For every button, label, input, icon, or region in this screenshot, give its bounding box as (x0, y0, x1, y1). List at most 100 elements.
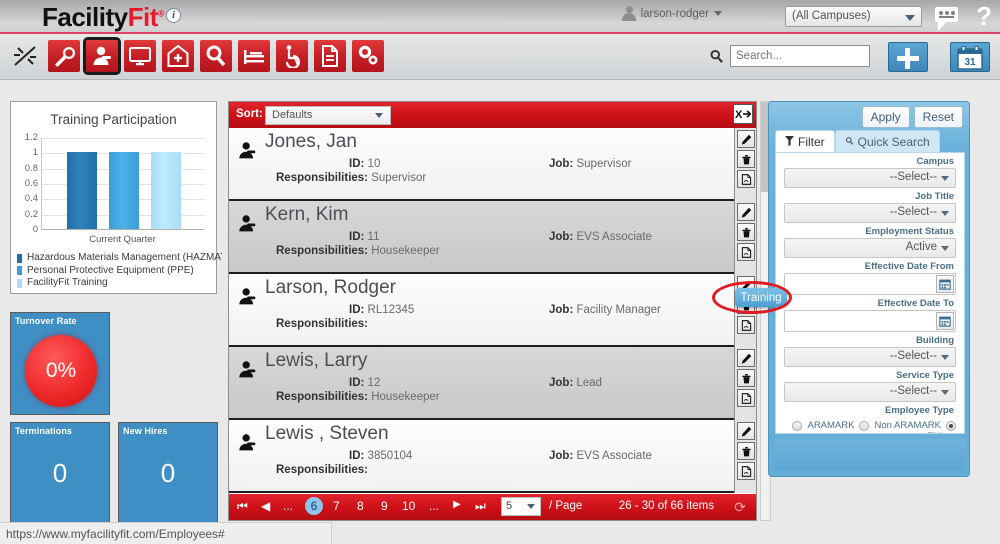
edit-row-button[interactable] (737, 203, 755, 221)
campus-select[interactable]: (All Campuses) (785, 6, 922, 27)
chevron-down-icon (941, 390, 949, 395)
chart-y-tick: 0 (32, 224, 38, 235)
user-name-label: larson-rodger (640, 7, 709, 20)
terminations-tile[interactable]: Terminations 0 (10, 422, 110, 525)
chart-y-tick: 0.2 (24, 208, 38, 220)
table-row[interactable]: Jones, Jan ID: 10 Responsibilities: Superv… (229, 128, 756, 201)
logo-primary-text: Facility (42, 2, 128, 32)
effective-date-from-filter[interactable] (784, 273, 956, 295)
radio-aramark[interactable] (792, 420, 803, 431)
tab-filter[interactable]: Filter (775, 130, 835, 154)
new-hires-tile[interactable]: New Hires 0 (118, 422, 218, 525)
person-icon (237, 432, 259, 454)
training-row-button[interactable] (737, 462, 755, 480)
per-page-select[interactable]: 5 (501, 497, 541, 516)
employee-job: Job: EVS Associate (549, 231, 652, 243)
building-filter-group: Building --Select-- (784, 333, 956, 367)
table-row[interactable]: Lewis , Steven ID: 3850104 Responsibilitie… (229, 420, 756, 493)
refresh-icon[interactable]: ⟳ (734, 499, 746, 516)
calendar-picker-icon[interactable] (936, 275, 954, 293)
user-menu[interactable]: larson-rodger (621, 6, 722, 21)
monitor-icon[interactable] (124, 40, 156, 72)
wheelchair-icon[interactable] (276, 40, 308, 72)
training-participation-chart: Training Participation 1.2 1 0.8 0.6 0.4 0.2 0… (10, 101, 222, 294)
radio-either[interactable] (946, 420, 956, 431)
training-row-button[interactable] (737, 243, 755, 261)
campus-filter[interactable]: --Select-- (784, 168, 956, 188)
calendar-picker-icon[interactable] (936, 312, 954, 330)
training-row-button[interactable] (737, 316, 755, 334)
employee-responsibilities-value: Housekeeper (371, 391, 440, 403)
add-button[interactable] (888, 42, 928, 72)
tab-quick-search[interactable]: Quick Search (834, 130, 940, 154)
info-icon[interactable]: i (166, 8, 181, 23)
building-filter[interactable]: --Select-- (784, 347, 956, 367)
employee-responsibilities: Responsibilities: Housekeeper (276, 245, 440, 257)
calendar-button[interactable]: 31 (950, 42, 990, 72)
job-title-filter[interactable]: --Select-- (784, 203, 956, 223)
delete-row-button[interactable] (737, 369, 755, 387)
magnifier-icon[interactable] (200, 40, 232, 72)
hospital-icon[interactable] (162, 40, 194, 72)
document-icon[interactable] (314, 40, 346, 72)
sort-select[interactable]: Defaults (265, 106, 391, 125)
turnover-rate-tile[interactable]: Turnover Rate 0% (10, 312, 110, 415)
legend-swatch (17, 266, 22, 276)
chart-y-tick: 0.8 (24, 162, 38, 174)
effective-date-to-filter[interactable] (784, 310, 956, 332)
employee-icon[interactable] (83, 37, 121, 75)
page-button-7[interactable]: 7 (333, 499, 340, 513)
wrench-icon[interactable] (48, 40, 80, 72)
person-icon (237, 286, 259, 308)
job-title-filter-label: Job Title (915, 191, 954, 202)
page-prev-button[interactable]: ◀ (261, 499, 270, 513)
gears-icon[interactable] (352, 40, 384, 72)
service-type-filter[interactable]: --Select-- (784, 382, 956, 402)
table-row[interactable]: Lewis, Larry ID: 12 Responsibilities: Hous… (229, 347, 756, 420)
radio-non-aramark[interactable] (859, 420, 870, 431)
delete-row-button[interactable] (737, 150, 755, 168)
page-button-10[interactable]: 10 (402, 499, 415, 513)
delete-row-button[interactable] (737, 223, 755, 241)
employee-list-panel: Sort: Defaults X Jones, Jan ID: 10 Respons… (228, 101, 757, 521)
apply-button[interactable]: Apply (861, 106, 910, 128)
chart-y-tick: 0.6 (24, 178, 38, 189)
chart-plot-area: 1.2 1 0.8 0.6 0.4 0.2 0 (25, 132, 205, 235)
chat-icon[interactable] (935, 7, 958, 31)
page-next-button[interactable]: ▶ (453, 499, 461, 510)
employee-responsibilities-label: Responsibilities: (276, 464, 369, 476)
training-row-button[interactable] (737, 389, 755, 407)
employee-id-label: ID: (349, 231, 365, 243)
table-row[interactable]: Larson, Rodger ID: RL12345 Responsibilitie… (229, 274, 756, 347)
reset-button[interactable]: Reset (913, 106, 963, 128)
excel-export-icon[interactable]: X (733, 104, 753, 124)
chart-bar (108, 152, 139, 229)
employment-status-filter[interactable]: Active (784, 238, 956, 258)
effective-date-to-filter-group: Effective Date To (784, 296, 956, 332)
effective-date-from-filter-group: Effective Date From (784, 259, 956, 295)
bed-icon[interactable] (238, 40, 270, 72)
page-button-9[interactable]: 9 (381, 499, 388, 513)
tile-value: 0 (160, 458, 176, 488)
employee-name: Kern, Kim (265, 204, 349, 225)
legend-swatch (17, 253, 22, 263)
page-button-8[interactable]: 8 (357, 499, 364, 513)
edit-row-button[interactable] (737, 130, 755, 148)
person-icon (237, 140, 259, 162)
help-icon[interactable]: ? (976, 1, 992, 32)
edit-row-button[interactable] (737, 349, 755, 367)
employee-id-label: ID: (349, 377, 365, 389)
training-row-button[interactable] (737, 170, 755, 188)
page-last-button[interactable]: ⏭ (475, 499, 486, 514)
svg-text:X: X (735, 109, 743, 121)
page-button-current[interactable]: 6 (305, 497, 323, 515)
broken-link-icon[interactable] (8, 39, 42, 73)
page-first-button[interactable]: ⏮ (237, 499, 248, 514)
employee-job: Job: EVS Associate (549, 450, 652, 462)
search-input[interactable] (730, 45, 870, 67)
edit-row-button[interactable] (737, 422, 755, 440)
table-row[interactable]: Kern, Kim ID: 11 Responsibilities: Houseke… (229, 201, 756, 274)
delete-row-button[interactable] (737, 442, 755, 460)
employee-id-label: ID: (349, 304, 365, 316)
turnover-donut: 0% (25, 335, 97, 407)
